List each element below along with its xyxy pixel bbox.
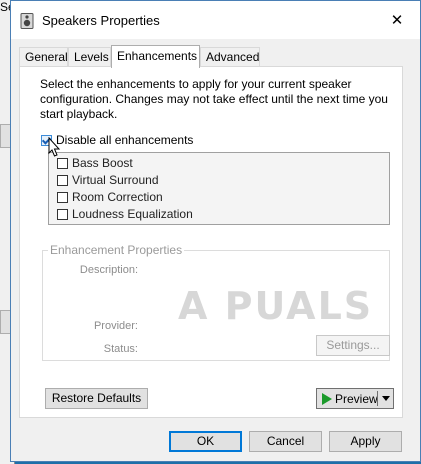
disable-all-checkbox-row[interactable]: Disable all enhancements xyxy=(41,133,193,147)
enhancements-list: Bass Boost Virtual Surround Room Correct… xyxy=(48,152,390,225)
mouse-cursor-icon xyxy=(48,137,61,157)
list-item[interactable]: Virtual Surround xyxy=(57,173,159,187)
bass-boost-label: Bass Boost xyxy=(72,156,133,170)
window-title: Speakers Properties xyxy=(42,13,160,28)
room-correction-label: Room Correction xyxy=(72,190,163,204)
settings-button[interactable]: Settings... xyxy=(316,335,390,356)
close-icon: ✕ xyxy=(390,12,404,29)
enhancement-properties-title: Enhancement Properties xyxy=(48,243,185,257)
virtual-surround-checkbox[interactable] xyxy=(57,174,68,186)
enhancements-description: Select the enhancements to apply for you… xyxy=(40,77,388,121)
cancel-button[interactable]: Cancel xyxy=(249,431,322,452)
provider-label: Provider: xyxy=(93,320,138,332)
virtual-surround-label: Virtual Surround xyxy=(72,173,159,187)
list-item[interactable]: Bass Boost xyxy=(57,156,133,170)
tab-enhancements[interactable]: Enhancements xyxy=(111,45,200,68)
ok-button[interactable]: OK xyxy=(169,431,242,452)
restore-defaults-button[interactable]: Restore Defaults xyxy=(45,388,148,409)
description-label: Description: xyxy=(79,264,138,276)
preview-separator xyxy=(377,391,378,406)
preview-button[interactable]: Preview xyxy=(316,388,394,409)
enhancements-panel: Select the enhancements to apply for you… xyxy=(19,66,403,418)
play-icon xyxy=(322,392,332,405)
list-item[interactable]: Room Correction xyxy=(57,190,163,204)
list-item[interactable]: Loudness Equalization xyxy=(57,207,193,221)
loudness-equalization-label: Loudness Equalization xyxy=(72,207,193,221)
chevron-down-icon[interactable] xyxy=(382,396,390,401)
title-bar[interactable]: Speakers Properties ✕ xyxy=(11,1,420,39)
room-correction-checkbox[interactable] xyxy=(57,191,68,203)
preview-label: Preview xyxy=(335,391,378,406)
tab-general[interactable]: General xyxy=(19,47,68,66)
speaker-icon xyxy=(20,13,34,29)
loudness-equalization-checkbox[interactable] xyxy=(57,208,68,220)
tab-levels[interactable]: Levels xyxy=(68,47,111,66)
disable-all-label: Disable all enhancements xyxy=(56,133,194,147)
bass-boost-checkbox[interactable] xyxy=(57,157,68,169)
tab-advanced[interactable]: Advanced xyxy=(200,47,260,66)
status-label: Status: xyxy=(103,343,138,355)
speakers-properties-dialog: Speakers Properties ✕ General Levels Enh… xyxy=(10,0,421,462)
close-button[interactable]: ✕ xyxy=(374,1,420,39)
apply-button[interactable]: Apply xyxy=(329,431,402,452)
